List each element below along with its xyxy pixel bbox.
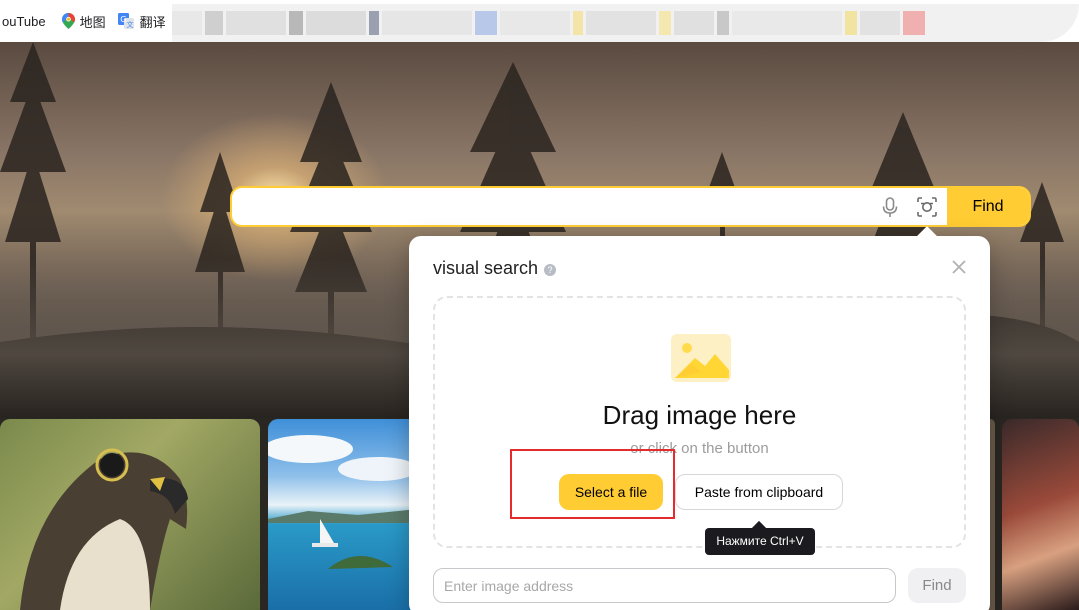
- image-url-input[interactable]: [433, 568, 896, 603]
- search-bar: Find: [230, 186, 1031, 227]
- blurred-bookmarks: [172, 4, 1079, 42]
- image-thumbnail-athlete[interactable]: [1002, 419, 1079, 610]
- camera-search-icon[interactable]: [915, 196, 939, 218]
- bookmark-maps-label: 地图: [79, 14, 106, 30]
- bookmark-translate-label: 翻译: [139, 14, 166, 30]
- google-translate-icon: G 文: [117, 13, 134, 29]
- red-highlight-box: [510, 449, 675, 519]
- bookmark-translate[interactable]: G 文 翻译: [112, 0, 172, 42]
- search-input[interactable]: [232, 188, 947, 225]
- bookmark-maps[interactable]: 地图: [56, 0, 112, 42]
- bookmark-youtube-label: ouTube: [2, 13, 46, 29]
- image-thumbnail-falcon[interactable]: [0, 419, 260, 610]
- paste-from-clipboard-button[interactable]: Paste from clipboard: [675, 474, 843, 510]
- microphone-icon[interactable]: [879, 196, 901, 218]
- visual-search-panel: visual search ? Drag image here or click…: [409, 226, 990, 610]
- sea-image: [268, 435, 418, 569]
- svg-text:G: G: [120, 15, 126, 24]
- falcon-image: [20, 448, 188, 610]
- drag-image-heading: Drag image here: [602, 400, 797, 430]
- close-icon[interactable]: [950, 258, 968, 276]
- svg-text:文: 文: [126, 20, 133, 29]
- help-icon[interactable]: ?: [544, 263, 557, 276]
- image-thumbnail-sea[interactable]: [268, 419, 418, 610]
- panel-title: visual search ?: [433, 258, 557, 279]
- map-pin-icon: [61, 13, 75, 29]
- bookmarks-bar: ouTube 地图 G 文 翻译: [0, 0, 1079, 42]
- panel-title-text: visual search: [433, 258, 539, 278]
- paste-shortcut-tooltip: Нажмите Ctrl+V: [705, 528, 815, 555]
- url-find-button[interactable]: Find: [908, 568, 966, 603]
- bookmark-youtube[interactable]: ouTube: [0, 0, 52, 42]
- find-button[interactable]: Find: [947, 188, 1029, 225]
- image-placeholder-icon: [671, 334, 731, 382]
